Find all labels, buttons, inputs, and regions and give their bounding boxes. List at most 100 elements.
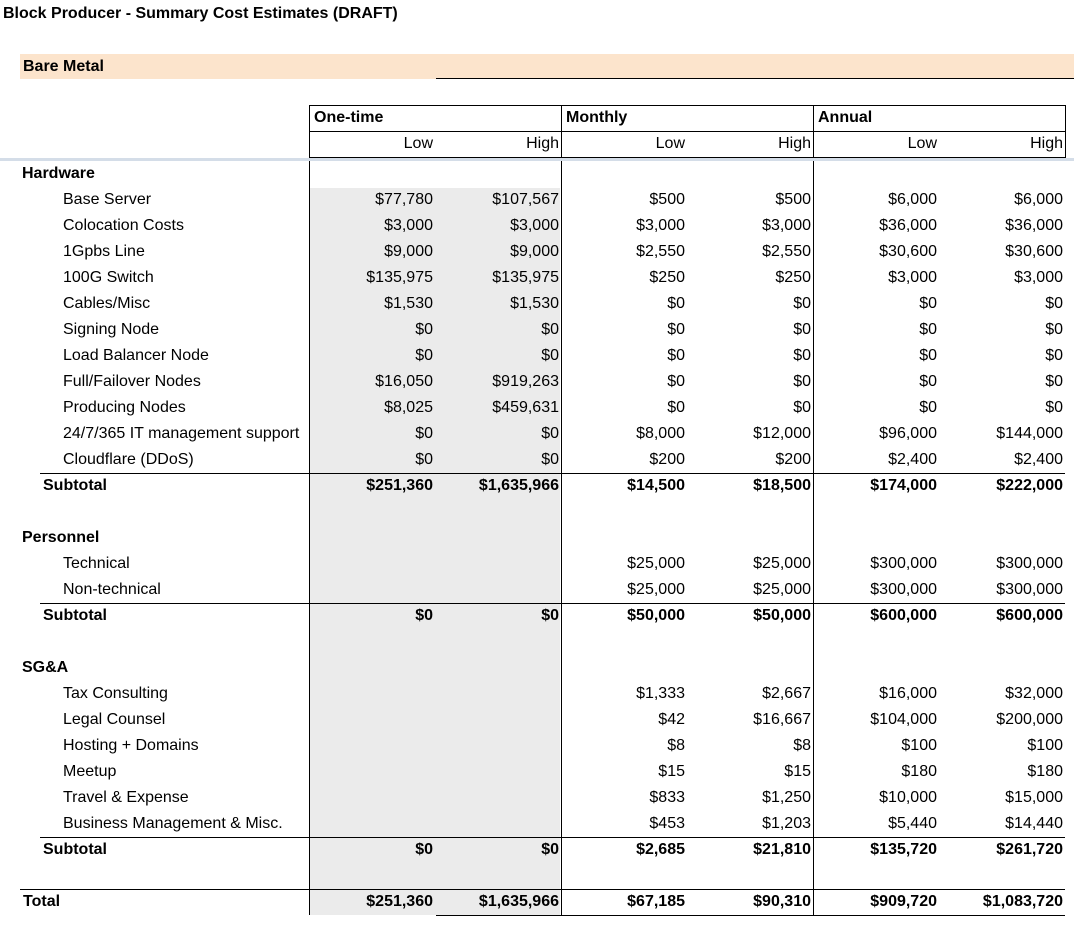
row-label: 24/7/365 IT management support bbox=[63, 425, 300, 442]
column-separator bbox=[561, 889, 562, 915]
cell-one-time-high: $459,631 bbox=[492, 399, 559, 416]
column-separator bbox=[309, 889, 310, 915]
column-separator bbox=[561, 187, 562, 213]
cell-monthly-low: $0 bbox=[667, 373, 685, 390]
cell-one-time-low: $9,000 bbox=[384, 243, 433, 260]
subtotal-label: Subtotal bbox=[43, 841, 107, 858]
header-one-time: One-time bbox=[314, 109, 384, 126]
cell-monthly-high: $200 bbox=[775, 451, 811, 468]
column-separator bbox=[813, 395, 814, 421]
column-separator bbox=[309, 785, 310, 811]
column-separator bbox=[561, 421, 562, 447]
cell-annual-low: $6,000 bbox=[888, 191, 937, 208]
cell-annual-high: $32,000 bbox=[1005, 685, 1063, 702]
cell-one-time-high: $0 bbox=[541, 607, 559, 624]
cell-monthly-high: $500 bbox=[775, 191, 811, 208]
column-separator bbox=[561, 577, 562, 603]
group-title-personnel: Personnel bbox=[22, 529, 100, 546]
column-separator bbox=[309, 395, 310, 421]
column-separator bbox=[309, 499, 310, 525]
cell-monthly-high: $0 bbox=[793, 321, 811, 338]
subtotal-label: Subtotal bbox=[43, 607, 107, 624]
cell-annual-low: $300,000 bbox=[870, 555, 937, 572]
column-separator bbox=[813, 499, 814, 525]
cell-monthly-high: $8 bbox=[793, 737, 811, 754]
cell-one-time-high: $0 bbox=[541, 841, 559, 858]
cell-one-time-low: $3,000 bbox=[384, 217, 433, 234]
cell-monthly-high: $25,000 bbox=[753, 555, 811, 572]
column-separator bbox=[813, 811, 814, 837]
column-separator bbox=[813, 577, 814, 603]
cell-annual-low: $0 bbox=[919, 295, 937, 312]
column-separator bbox=[561, 161, 562, 187]
column-separator bbox=[813, 187, 814, 213]
total-bottom-rule bbox=[436, 915, 1065, 916]
cell-monthly-high: $15 bbox=[784, 763, 811, 780]
column-separator bbox=[813, 343, 814, 369]
cell-annual-low: $10,000 bbox=[879, 789, 937, 806]
cell-one-time-low: $251,360 bbox=[366, 893, 433, 910]
subheader-one-time-high: High bbox=[526, 135, 559, 152]
subtotal-label: Subtotal bbox=[43, 477, 107, 494]
row-label: Hosting + Domains bbox=[63, 737, 199, 754]
cell-annual-low: $600,000 bbox=[870, 607, 937, 624]
subheader-one-time-low: Low bbox=[403, 135, 433, 152]
column-separator bbox=[813, 759, 814, 785]
column-separator bbox=[561, 811, 562, 837]
group-title-sga: SG&A bbox=[22, 659, 69, 676]
cell-one-time-high: $919,263 bbox=[492, 373, 559, 390]
row-label: Full/Failover Nodes bbox=[63, 373, 201, 390]
cell-one-time-high: $1,530 bbox=[510, 295, 559, 312]
column-separator bbox=[561, 837, 562, 863]
total-label: Total bbox=[23, 893, 61, 910]
cell-annual-low: $3,000 bbox=[888, 269, 937, 286]
column-separator bbox=[561, 681, 562, 707]
cell-monthly-low: $1,333 bbox=[636, 685, 685, 702]
cell-monthly-low: $8,000 bbox=[636, 425, 685, 442]
section-band bbox=[20, 54, 1074, 79]
row-label: Tax Consulting bbox=[63, 685, 168, 702]
subheader-annual-high: High bbox=[1030, 135, 1063, 152]
total-rule bbox=[20, 889, 1065, 890]
column-separator bbox=[561, 499, 562, 525]
cell-monthly-low: $8 bbox=[667, 737, 685, 754]
cell-one-time-low: $0 bbox=[415, 425, 433, 442]
cell-one-time-low: $0 bbox=[415, 607, 433, 624]
column-separator bbox=[813, 863, 814, 889]
cell-monthly-high: $0 bbox=[793, 347, 811, 364]
row-label: Load Balancer Node bbox=[63, 347, 209, 364]
column-separator bbox=[309, 343, 310, 369]
row-label: Cables/Misc bbox=[63, 295, 151, 312]
cell-annual-high: $600,000 bbox=[996, 607, 1063, 624]
row-label: Colocation Costs bbox=[63, 217, 184, 234]
column-separator bbox=[813, 551, 814, 577]
column-separator bbox=[813, 213, 814, 239]
cell-annual-high: $0 bbox=[1045, 295, 1063, 312]
column-separator bbox=[561, 213, 562, 239]
cell-monthly-high: $12,000 bbox=[753, 425, 811, 442]
column-separator bbox=[309, 759, 310, 785]
cell-annual-high: $3,000 bbox=[1014, 269, 1063, 286]
subtotal-rule bbox=[40, 473, 1065, 474]
cell-monthly-high: $0 bbox=[793, 373, 811, 390]
column-separator bbox=[309, 265, 310, 291]
column-separator bbox=[813, 161, 814, 187]
cell-monthly-low: $0 bbox=[667, 347, 685, 364]
column-separator bbox=[309, 291, 310, 317]
cell-annual-high: $180 bbox=[1027, 763, 1063, 780]
cell-annual-high: $30,600 bbox=[1005, 243, 1063, 260]
column-separator bbox=[561, 265, 562, 291]
row-label: Legal Counsel bbox=[63, 711, 166, 728]
subtotal-rule bbox=[40, 603, 1065, 604]
cell-monthly-low: $453 bbox=[649, 815, 685, 832]
cell-monthly-low: $3,000 bbox=[636, 217, 685, 234]
column-separator bbox=[561, 603, 562, 629]
cell-monthly-high: $2,550 bbox=[762, 243, 811, 260]
cell-monthly-low: $200 bbox=[649, 451, 685, 468]
cell-annual-high: $200,000 bbox=[996, 711, 1063, 728]
column-separator bbox=[813, 447, 814, 473]
cell-annual-low: $30,600 bbox=[879, 243, 937, 260]
cell-annual-high: $222,000 bbox=[996, 477, 1063, 494]
cell-annual-low: $100 bbox=[901, 737, 937, 754]
column-separator bbox=[813, 733, 814, 759]
